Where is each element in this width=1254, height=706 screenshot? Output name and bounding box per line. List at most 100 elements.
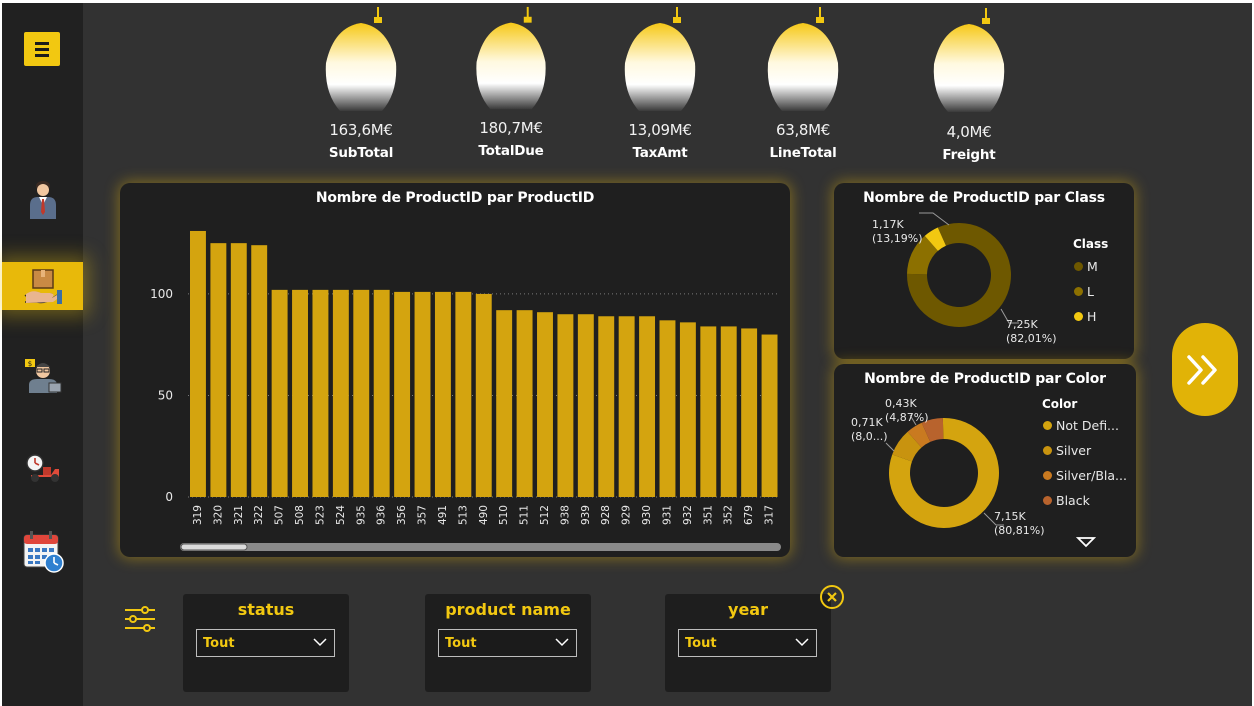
dashboard-canvas: $ 163,6M€ SubTotal 180,7M€ TotalDue 13,0… [2,3,1252,706]
x-tick-label: 512 [539,505,551,525]
legend-item-silver-black[interactable]: Silver/Bla... [1043,468,1127,483]
bar [475,293,492,497]
bar [761,334,778,497]
bar [190,230,206,497]
x-tick-label: 510 [498,505,510,525]
menu-bar-icon [35,53,49,57]
legend-item-h[interactable]: H [1074,309,1096,324]
bar-chart: 0 50 100 319 320 321 322 507 508 523 524 935 936 356 3… [150,230,781,551]
legend-title: Color [1042,397,1078,411]
x-tick-label: 321 [233,505,245,525]
data-label: 7,25K [1006,318,1038,331]
nav-item-calendar[interactable] [2,526,83,576]
bar [230,243,247,497]
bar [312,289,329,497]
legend-item-silver[interactable]: Silver [1043,443,1091,458]
kpi-value: 13,09M€ [628,121,692,139]
bar [332,289,349,497]
bar [537,312,553,497]
bar [679,322,696,497]
legend-item-l[interactable]: L [1074,284,1094,299]
legend-title: Class [1073,237,1109,251]
x-tick-label: 929 [621,505,633,525]
bar [639,316,656,497]
bar [741,328,758,497]
bar [577,314,594,497]
bar [210,243,227,497]
data-label: (13,19%) [872,232,923,245]
kpi-label: TotalDue [478,143,544,159]
bar [434,291,451,497]
calendar-clock-icon [23,531,64,573]
y-tick-label: 100 [150,287,173,301]
x-tick-label: 513 [457,505,469,525]
double-chevron-right-icon [1187,354,1217,385]
dropdown-value: Tout [445,636,477,651]
next-page-button[interactable] [1172,323,1238,416]
hamburger-menu-button[interactable] [24,32,60,66]
lightbulb-icon [933,8,1005,112]
kpi-label: TaxAmt [632,145,688,161]
x-tick-label: 507 [274,505,286,525]
x-tick-label: 523 [314,505,326,525]
x-tick-label: 508 [294,505,306,525]
lightbulb-icon [325,7,397,111]
dropdown-value: Tout [203,636,235,651]
seller-icon: $ [24,359,61,393]
bar [271,289,288,497]
legend-item-not-defined[interactable]: Not Defi... [1043,418,1119,433]
product-name-dropdown[interactable]: Tout [438,629,577,657]
legend-label: Silver/Bla... [1056,468,1127,483]
x-tick-label: 319 [192,505,204,525]
bar [659,320,676,497]
x-tick-label: 352 [723,505,735,525]
nav-item-sellers[interactable]: $ [2,350,83,400]
filter-sliders-icon[interactable] [123,606,157,632]
bar [618,316,635,497]
color-donut-card: Nombre de ProductID par Color 7,15K (80,8… [834,364,1136,557]
bar [292,289,308,497]
kpi-value: 63,8M€ [775,121,831,139]
nav-item-products[interactable] [2,262,83,310]
x-tick-label: 351 [702,505,714,525]
bar [394,291,411,497]
class-donut-card: Nombre de ProductID par Class 7,25K (82,0… [834,183,1134,359]
nav-item-customers[interactable] [2,175,83,225]
bar [516,310,533,497]
legend-dot [1074,262,1083,271]
x-tick-label: 357 [417,505,429,525]
legend-dot [1043,446,1052,455]
menu-bar-icon [35,41,49,45]
scrollbar-thumb[interactable] [180,543,248,551]
kpi-value: 180,7M€ [479,119,543,137]
x-tick-label: 511 [519,505,531,525]
y-tick-label: 50 [158,388,173,402]
nav-item-delivery[interactable] [2,443,83,493]
legend-scroll-down-icon[interactable] [1076,536,1096,548]
data-label: (80,81%) [994,524,1045,537]
menu-bar-icon [35,47,49,51]
x-tick-label: 939 [580,505,592,525]
color-donut-chart: 7,15K(80,81%) 0,71K(8,0...) 0,43K(4,87%) [851,397,1045,537]
status-dropdown[interactable]: Tout [196,629,335,657]
clear-filters-icon[interactable] [819,584,845,610]
filter-title: product name [445,600,571,619]
bar [557,314,574,497]
legend-item-m[interactable]: M [1074,259,1098,274]
chevron-down-icon [555,638,569,647]
svg-text:$: $ [27,360,31,368]
data-label: (4,87%) [885,411,929,424]
year-dropdown[interactable]: Tout [678,629,817,657]
x-tick-label: 356 [396,505,408,525]
bar-chart-card: Nombre de ProductID par ProductID 0 50 100… [120,183,790,557]
legend-item-black[interactable]: Black [1043,493,1090,508]
legend-label: Silver [1056,443,1092,458]
x-tick-label: 928 [600,505,612,525]
horizontal-scrollbar[interactable] [180,543,781,551]
sidebar: $ [2,3,83,706]
x-tick-label: 930 [641,505,653,525]
chevron-down-icon [313,638,327,647]
filter-title: year [728,600,768,619]
lightbulb-icon [624,7,696,111]
x-tick-label: 322 [253,505,265,525]
